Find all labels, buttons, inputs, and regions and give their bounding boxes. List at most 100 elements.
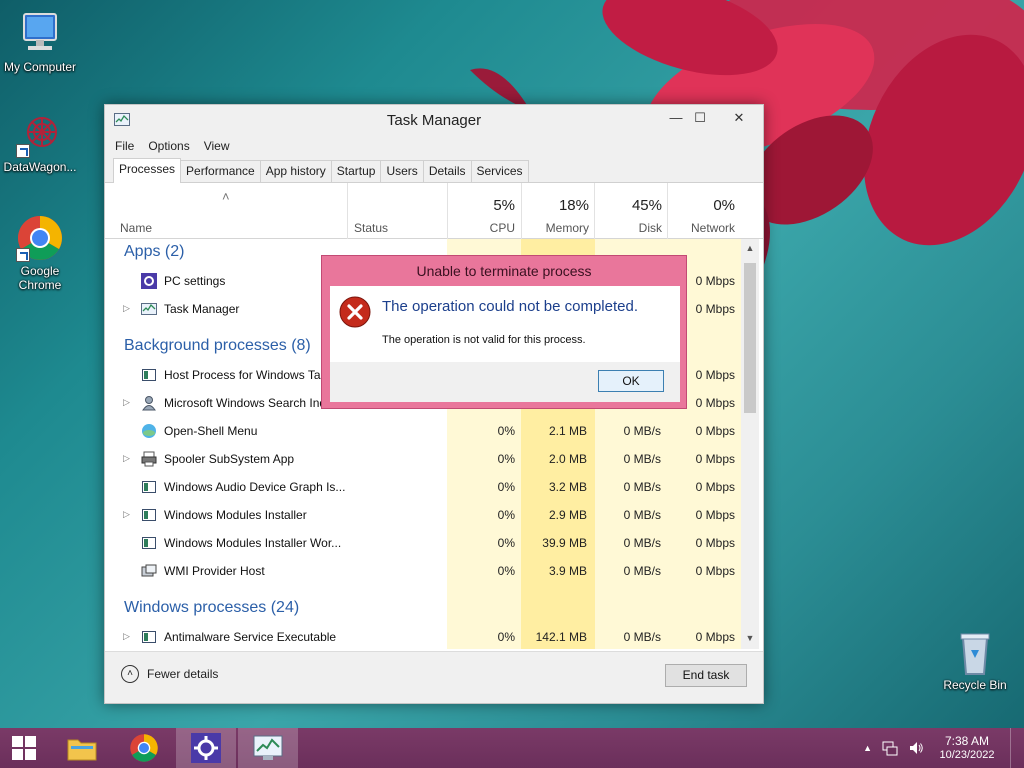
cpu-value: 0% bbox=[497, 480, 515, 494]
process-name: Task Manager bbox=[164, 302, 240, 316]
ok-button[interactable]: OK bbox=[598, 370, 664, 392]
column-name[interactable]: Name bbox=[120, 221, 152, 235]
chrome-icon bbox=[16, 214, 64, 262]
process-row-antimalware[interactable]: ▷ Antimalware Service Executable 0% 142.… bbox=[105, 623, 741, 649]
dialog-title: Unable to terminate process bbox=[416, 263, 592, 279]
expand-chevron-icon[interactable]: ▷ bbox=[123, 453, 130, 464]
tab-performance[interactable]: Performance bbox=[180, 160, 261, 182]
desktop-icon-label: My Computer bbox=[3, 60, 77, 74]
desktop-icon-datawagon[interactable]: DataWagon... bbox=[0, 110, 80, 174]
desktop-icon-label: Recycle Bin bbox=[943, 678, 1007, 692]
window-app-icon bbox=[142, 481, 156, 493]
chrome-icon bbox=[130, 734, 158, 762]
disk-value: 0 MB/s bbox=[623, 424, 661, 438]
taskbar-chrome[interactable] bbox=[114, 728, 174, 768]
process-row-modules-installer-worker[interactable]: Windows Modules Installer Wor... 0% 39.9… bbox=[105, 529, 741, 557]
tab-strip: Processes Performance App history Startu… bbox=[105, 157, 763, 183]
column-status[interactable]: Status bbox=[354, 221, 388, 235]
clock-date: 10/23/2022 bbox=[939, 749, 995, 761]
tab-startup[interactable]: Startup bbox=[330, 160, 382, 182]
expand-chevron-icon[interactable]: ▷ bbox=[123, 509, 130, 520]
taskbar-file-explorer[interactable] bbox=[52, 728, 112, 768]
maximize-button[interactable]: ☐ bbox=[686, 107, 714, 129]
tab-details[interactable]: Details bbox=[422, 160, 472, 182]
expand-chevron-icon[interactable]: ▷ bbox=[123, 631, 130, 642]
process-name: Open-Shell Menu bbox=[164, 424, 258, 438]
clock[interactable]: 7:38 AM 10/23/2022 bbox=[934, 734, 1000, 762]
disk-value: 0 MB/s bbox=[623, 452, 661, 466]
taskbar: ▲ 7:38 AM 10/23/2022 bbox=[0, 728, 1024, 768]
error-icon bbox=[339, 296, 371, 328]
shortcut-arrow-icon bbox=[16, 248, 30, 262]
column-divider[interactable] bbox=[347, 183, 348, 239]
dialog-footer: OK bbox=[330, 362, 680, 402]
close-button[interactable]: ✕ bbox=[717, 107, 761, 129]
desktop-icon-google-chrome[interactable]: Google Chrome bbox=[0, 214, 80, 292]
network-value: 0 Mbps bbox=[695, 452, 735, 466]
process-row-wmi-provider-host[interactable]: WMI Provider Host 0% 3.9 MB 0 MB/s 0 Mbp… bbox=[105, 557, 741, 585]
network-value: 0 Mbps bbox=[695, 508, 735, 522]
column-cpu[interactable]: 5% CPU bbox=[447, 183, 521, 239]
process-row-spooler[interactable]: ▷ Spooler SubSystem App 0% 2.0 MB 0 MB/s… bbox=[105, 445, 741, 473]
wmi-icon bbox=[141, 564, 157, 577]
network-value: 0 Mbps bbox=[695, 630, 735, 644]
column-network[interactable]: 0% Network bbox=[667, 183, 741, 239]
gear-icon bbox=[191, 733, 221, 763]
memory-value: 2.9 MB bbox=[548, 508, 587, 522]
scroll-down-icon[interactable]: ▼ bbox=[741, 633, 759, 643]
column-disk[interactable]: 45% Disk bbox=[594, 183, 668, 239]
fewer-details-label: Fewer details bbox=[147, 667, 219, 681]
window-app-icon bbox=[142, 369, 156, 381]
datawagon-icon bbox=[16, 110, 64, 158]
taskbar-task-manager[interactable] bbox=[238, 728, 298, 768]
process-name: Microsoft Windows Search Indexer bbox=[164, 396, 346, 410]
sort-ascending-icon: ˄ bbox=[222, 189, 230, 204]
group-background-processes[interactable]: Background processes (8) bbox=[124, 337, 311, 355]
window-app-icon bbox=[142, 537, 156, 549]
gear-icon bbox=[141, 273, 157, 289]
process-row-open-shell[interactable]: Open-Shell Menu 0% 2.1 MB 0 MB/s 0 Mbps bbox=[105, 417, 741, 445]
column-memory[interactable]: 18% Memory bbox=[521, 183, 595, 239]
group-apps[interactable]: Apps (2) bbox=[124, 243, 184, 261]
end-task-button[interactable]: End task bbox=[665, 664, 747, 687]
group-windows-processes[interactable]: Windows processes (24) bbox=[124, 599, 299, 617]
title-bar[interactable]: Task Manager — ☐ ✕ bbox=[105, 105, 763, 135]
show-hidden-icons-icon[interactable]: ▲ bbox=[863, 743, 872, 753]
menu-options[interactable]: Options bbox=[148, 139, 189, 153]
cpu-value: 0% bbox=[497, 564, 515, 578]
expand-chevron-icon[interactable]: ▷ bbox=[123, 397, 130, 408]
window-app-icon bbox=[142, 631, 156, 643]
tab-processes[interactable]: Processes bbox=[113, 158, 182, 183]
process-name: WMI Provider Host bbox=[164, 564, 265, 578]
show-desktop-button[interactable] bbox=[1010, 728, 1016, 768]
expand-chevron-icon[interactable]: ▷ bbox=[123, 303, 130, 314]
start-button[interactable] bbox=[0, 728, 48, 768]
vertical-scrollbar[interactable]: ▲ ▼ bbox=[741, 239, 759, 649]
disk-value: 0 MB/s bbox=[623, 630, 661, 644]
menu-view[interactable]: View bbox=[204, 139, 230, 153]
taskbar-pc-settings[interactable] bbox=[176, 728, 236, 768]
shell-globe-icon bbox=[142, 424, 156, 438]
process-row-audio-device-graph[interactable]: Windows Audio Device Graph Is... 0% 3.2 … bbox=[105, 473, 741, 501]
desktop-icon-recycle-bin[interactable]: Recycle Bin bbox=[935, 628, 1015, 692]
disk-percent: 45% bbox=[631, 197, 662, 214]
scrollbar-thumb[interactable] bbox=[744, 263, 756, 413]
desktop-icon-my-computer[interactable]: My Computer bbox=[0, 10, 80, 74]
tab-app-history[interactable]: App history bbox=[259, 160, 332, 182]
fewer-details-button[interactable]: ˄ Fewer details bbox=[121, 665, 218, 683]
tab-services[interactable]: Services bbox=[470, 160, 529, 182]
user-search-icon bbox=[142, 396, 156, 411]
process-row-modules-installer[interactable]: ▷ Windows Modules Installer 0% 2.9 MB 0 … bbox=[105, 501, 741, 529]
tab-users[interactable]: Users bbox=[380, 160, 424, 182]
volume-icon[interactable] bbox=[908, 740, 924, 756]
cpu-value: 0% bbox=[497, 630, 515, 644]
process-name: Windows Modules Installer Wor... bbox=[164, 536, 342, 550]
scroll-up-icon[interactable]: ▲ bbox=[741, 243, 759, 253]
network-icon[interactable] bbox=[882, 740, 898, 756]
menu-file[interactable]: File bbox=[115, 139, 134, 153]
task-manager-icon bbox=[141, 303, 157, 315]
disk-value: 0 MB/s bbox=[623, 480, 661, 494]
memory-value: 39.9 MB bbox=[542, 536, 587, 550]
footer-bar: ˄ Fewer details End task bbox=[105, 651, 763, 703]
task-manager-icon bbox=[253, 735, 283, 760]
